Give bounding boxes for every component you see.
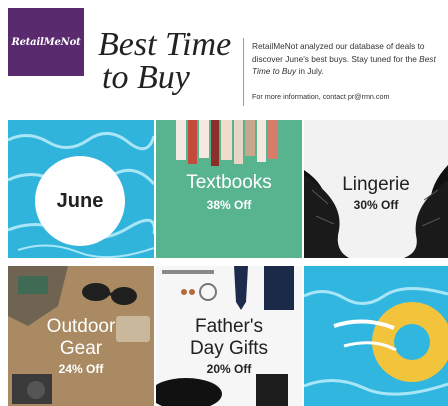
outdoor-deal: 24% Off [58,362,104,376]
outdoor-category: Outdoor Gear [8,316,154,360]
description-part-1: RetailMeNot analyzed our database of dea… [252,41,425,64]
month-label: June [56,189,104,212]
tile-pool-float [304,266,448,406]
outdoor-category-line-1: Outdoor [46,316,116,337]
textbooks-deal: 38% Off [206,198,252,212]
fathers-category-line-2: Day Gifts [189,338,269,359]
textbooks-category: Textbooks [186,172,272,193]
tile-june: June [8,120,154,258]
fathers-category-line-1: Father's [194,316,264,337]
title-line-1: Best Time [98,26,232,63]
page-title: Best Time to Buy [98,26,238,96]
tile-fathers-day[interactable]: Father's Day Gifts 20% Off [156,266,302,406]
lingerie-deal: 30% Off [353,198,399,212]
contact-line[interactable]: For more information, contact pr@rmn.com [252,92,390,101]
description-part-2: in July. [296,66,324,76]
fathers-category: Father's Day Gifts [156,316,302,360]
month-circle: June [35,156,125,246]
tile-outdoor-gear[interactable]: Outdoor Gear 24% Off [8,266,154,406]
lingerie-category: Lingerie [342,174,410,195]
header-divider [243,38,244,106]
retailmenot-logo[interactable]: RetailMeNot [8,8,84,76]
description: RetailMeNot analyzed our database of dea… [252,40,442,78]
fathers-deal: 20% Off [206,362,252,376]
pool-float-image [304,286,448,396]
header: RetailMeNot Best Time to Buy RetailMeNot… [0,0,448,118]
tile-textbooks[interactable]: Textbooks 38% Off [156,120,302,258]
outdoor-category-line-2: Gear [59,338,103,359]
title-line-2: to Buy [102,59,190,96]
tile-lingerie[interactable]: Lingerie 30% Off [304,120,448,258]
logo-text: RetailMeNot [11,36,81,48]
